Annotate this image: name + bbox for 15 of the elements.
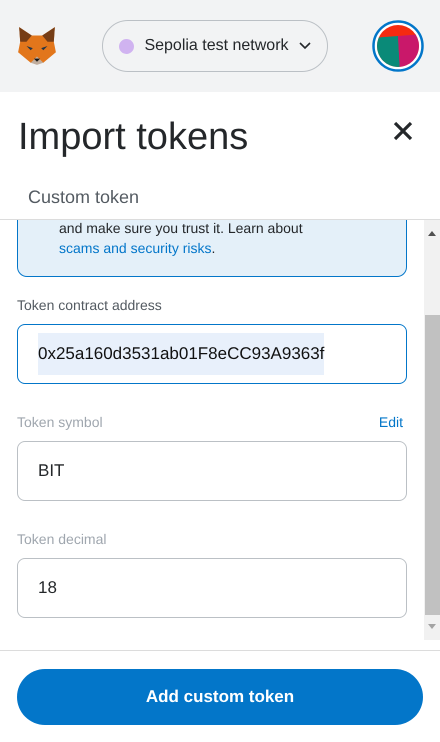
- fox-logo-icon: [16, 25, 58, 67]
- account-avatar[interactable]: [372, 20, 424, 72]
- add-custom-token-button[interactable]: Add custom token: [17, 668, 423, 724]
- tab[interactable]: Custom token: [18, 184, 150, 219]
- scrollbar[interactable]: [424, 220, 440, 640]
- text-field[interactable]: 0x25a160d3531ab01F8eCC93A9363f: [17, 324, 407, 384]
- warning-text: and make sure you trust it. Learn about scams and security risks.: [59, 220, 304, 258]
- field-label: Token contract address: [17, 296, 162, 315]
- field-label: Token symbol: [17, 413, 103, 432]
- network-selector[interactable]: Sepolia test network: [102, 20, 328, 72]
- field-label: Token decimal: [17, 530, 106, 549]
- chevron-down-icon: [298, 42, 311, 50]
- page-title: Import tokens: [18, 115, 248, 160]
- close-icon[interactable]: [392, 120, 414, 142]
- security-link[interactable]: scams and security risks: [59, 240, 212, 256]
